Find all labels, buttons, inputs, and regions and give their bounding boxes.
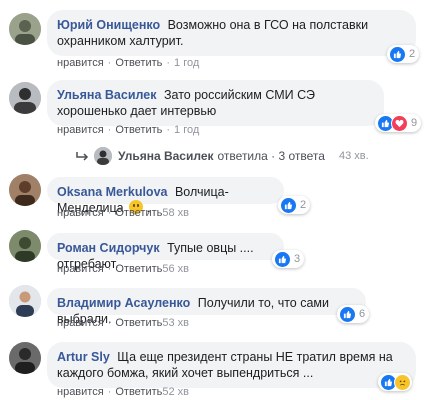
comment-author[interactable]: Oksana Merkulova (57, 185, 167, 199)
reaction-count: 3 (294, 253, 301, 265)
comment-time[interactable]: 1 год (174, 124, 199, 136)
sad-icon (394, 373, 411, 391)
reaction-count: 2 (300, 199, 307, 211)
comment-actions: нравится · Ответить · 1 год (57, 57, 200, 69)
comment-bubble: Oksana Merkulova Волчица-Менделица . (47, 177, 284, 215)
reply-link[interactable]: Ответить (115, 207, 162, 219)
comment-actions: нравится · Ответить58 хв (57, 207, 190, 219)
avatar[interactable] (9, 174, 41, 206)
reply-link[interactable]: Ответить (115, 57, 162, 69)
comment-actions: нравится · Ответить52 хв (57, 386, 190, 398)
like-link[interactable]: нравится (57, 207, 104, 219)
avatar[interactable] (9, 82, 41, 114)
reactions-summary[interactable]: 2 (387, 45, 420, 63)
reply-link[interactable]: Ответить (115, 317, 162, 329)
reply-arrow-icon (76, 152, 89, 161)
like-icon (280, 196, 297, 214)
comment-author[interactable]: Ульяна Василек (57, 88, 156, 102)
reaction-count: 6 (359, 308, 366, 320)
reactions-summary[interactable]: 2 (278, 196, 311, 214)
reactions-summary[interactable]: 3 (272, 250, 305, 268)
reactions-summary[interactable] (378, 373, 412, 391)
comment-time[interactable]: 53 хв (162, 317, 189, 329)
reply-link[interactable]: Ответить (115, 263, 162, 275)
comment-actions: нравится · Ответить · 1 год (57, 124, 200, 136)
reactions-summary[interactable]: 9 (375, 114, 422, 132)
reactions-summary[interactable]: 6 (337, 305, 370, 323)
like-link[interactable]: нравится (57, 317, 104, 329)
comment-author[interactable]: Юрий Онищенко (57, 18, 160, 32)
comment-bubble: Ульяна Василек Зато российским СМИ СЭ хо… (47, 80, 384, 126)
like-link[interactable]: нравится (57, 263, 104, 275)
like-icon (339, 305, 356, 323)
like-icon (389, 45, 406, 63)
replies-count: ответила · 3 ответа (217, 149, 325, 163)
reply-time: 43 хв. (338, 150, 369, 162)
comment-bubble: Владимир Асауленко Получили то, что сами… (47, 288, 366, 326)
like-link[interactable]: нравится (57, 386, 104, 398)
avatar[interactable] (9, 13, 41, 45)
love-icon (391, 114, 408, 132)
avatar[interactable] (9, 342, 41, 374)
comment-author[interactable]: Роман Сидорчук (57, 241, 160, 255)
like-link[interactable]: нравится (57, 124, 104, 136)
comment-bubble: Роман Сидорчук Тупые овцы .... отгребают… (47, 233, 284, 271)
avatar[interactable] (9, 230, 41, 262)
comment-time[interactable]: 52 хв (162, 386, 189, 398)
comment-actions: нравится · Ответить56 хв (57, 263, 190, 275)
comment-time[interactable]: 1 год (174, 57, 199, 69)
comment-bubble: Artur Sly Ща еще президент страны НЕ тра… (47, 342, 416, 388)
comment-time[interactable]: 58 хв (162, 207, 189, 219)
like-link[interactable]: нравится (57, 57, 104, 69)
comment-bubble: Юрий Онищенко Возможно она в ГСО на полс… (47, 10, 416, 56)
reaction-count: 9 (411, 117, 418, 129)
comment-time[interactable]: 56 хв (162, 263, 189, 275)
view-replies-link[interactable]: Ульяна Василек ответила · 3 ответа 43 хв… (76, 147, 369, 165)
comment-actions: нравится · Ответить53 хв (57, 317, 190, 329)
reply-author: Ульяна Василек (118, 149, 214, 163)
comment-author[interactable]: Владимир Асауленко (57, 296, 190, 310)
reaction-count: 2 (409, 48, 416, 60)
avatar[interactable] (9, 285, 41, 317)
avatar (94, 147, 112, 165)
reply-link[interactable]: Ответить (115, 386, 162, 398)
reply-link[interactable]: Ответить (115, 124, 162, 136)
like-icon (274, 250, 291, 268)
comment-author[interactable]: Artur Sly (57, 350, 110, 364)
